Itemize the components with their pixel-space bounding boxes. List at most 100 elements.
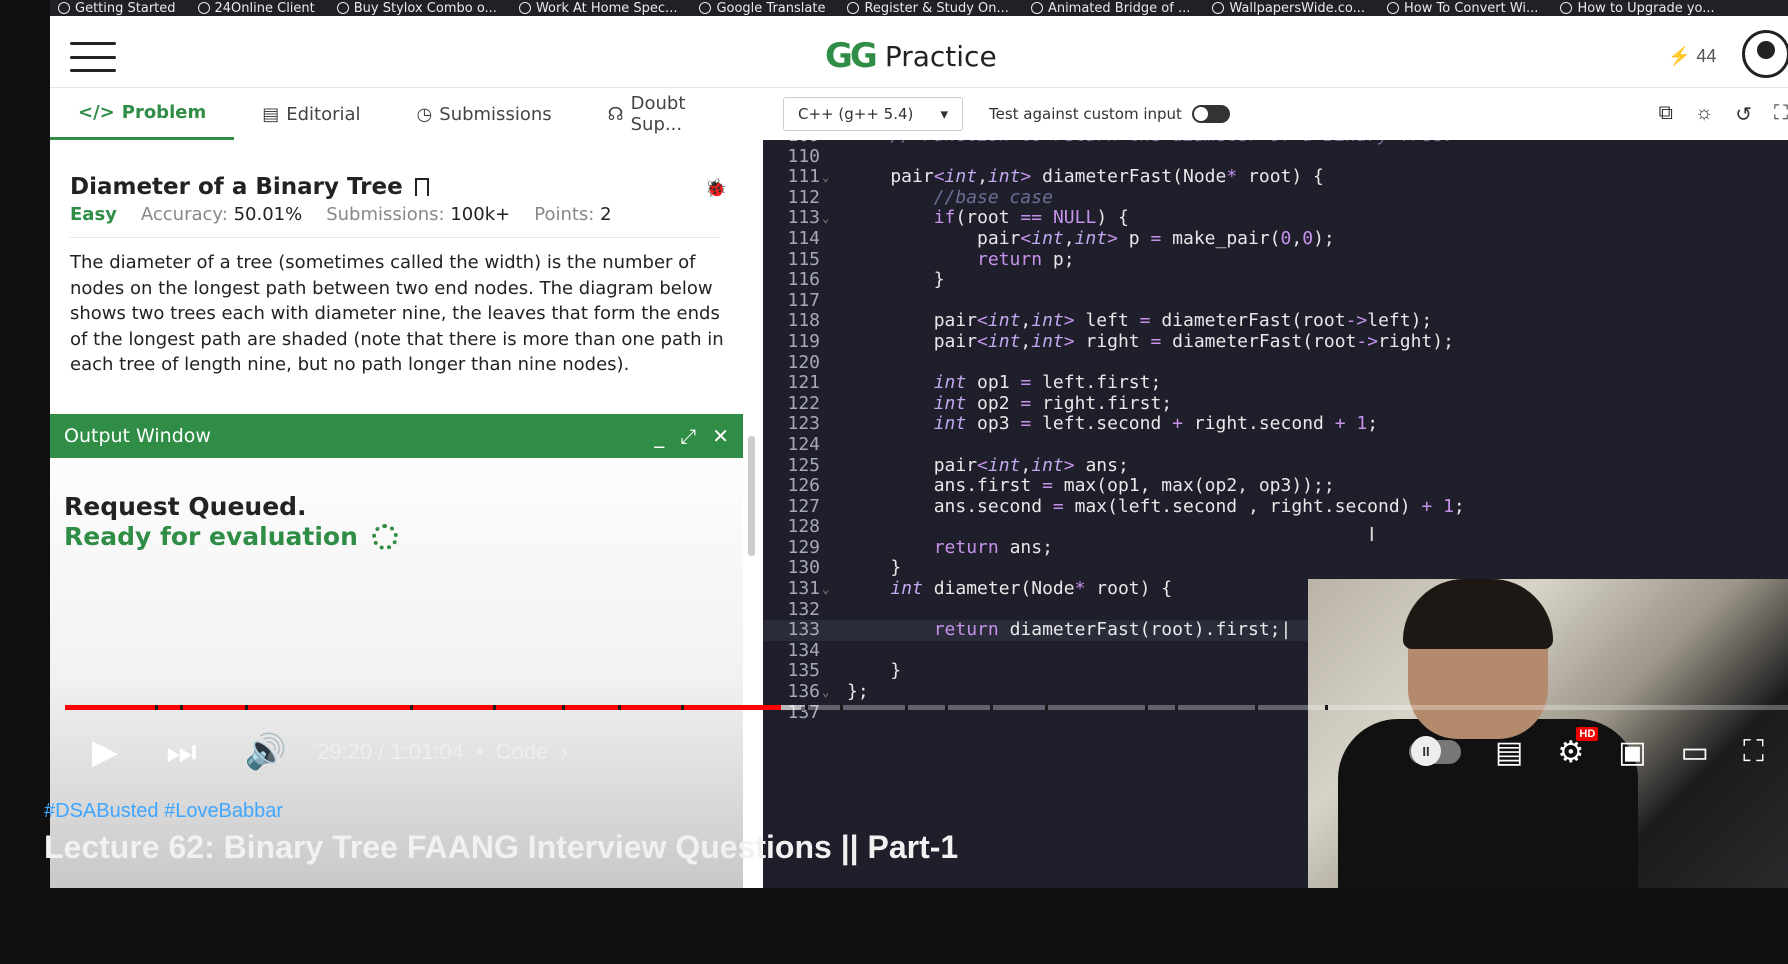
fold-chevron-icon: [820, 250, 834, 271]
minimize-icon[interactable]: _: [654, 424, 664, 448]
autoplay-toggle[interactable]: [1409, 736, 1462, 766]
reset-icon[interactable]: ↺: [1735, 102, 1752, 127]
output-window-header: Output Window _ ⤢ ✕: [50, 414, 743, 458]
code-line[interactable]: 128: [763, 517, 1788, 538]
video-hashtags[interactable]: #DSABusted #LoveBabbar: [44, 800, 283, 823]
bookmark-item[interactable]: WallpapersWide.co...: [1212, 1, 1365, 16]
fold-chevron-icon: [820, 620, 834, 641]
code-line[interactable]: 112 //base case: [763, 187, 1788, 209]
custom-input-toggle[interactable]: Test against custom input: [989, 105, 1230, 123]
code-text: int diameter(Node* root) {: [890, 578, 1173, 600]
avatar[interactable]: [1742, 30, 1788, 78]
chevron-right-icon: ›: [560, 739, 568, 764]
code-line[interactable]: 113 ⌄ if(root == NULL) {: [763, 208, 1788, 229]
code-text: // Function to return the diameter of a …: [834, 140, 1454, 147]
code-line[interactable]: 123 int op3 = left.second + right.second…: [763, 414, 1788, 435]
bookmark-item[interactable]: 24Online Client: [197, 0, 315, 16]
brand[interactable]: GG Practice: [825, 36, 997, 76]
bookmark-item[interactable]: Google Translate: [699, 1, 825, 16]
streak-count: 44: [1696, 46, 1717, 66]
code-line[interactable]: 118 pair<int,int> left = diameterFast(ro…: [763, 311, 1788, 332]
volume-icon[interactable]: 🔊: [245, 732, 287, 772]
lightning-icon: ⚡: [1668, 46, 1691, 66]
problem-title-row: Diameter of a Binary Tree: [70, 174, 429, 200]
code-line[interactable]: 127 ans.second = max(left.second , right…: [763, 496, 1788, 518]
next-icon[interactable]: ⏭: [166, 733, 197, 772]
tab-editorial[interactable]: ▤ Editorial: [234, 88, 388, 140]
fullscreen-icon[interactable]: ⛶: [1774, 102, 1788, 127]
fold-chevron-icon[interactable]: ⌄: [820, 579, 834, 600]
code-line[interactable]: 122 int op2 = right.first;: [763, 393, 1788, 415]
code-line[interactable]: 130 }: [763, 558, 1788, 579]
seek-bar-played: [65, 705, 781, 710]
tab-problem[interactable]: </> Problem: [50, 88, 235, 140]
bookmark-item[interactable]: Work At Home Spec...: [518, 1, 677, 16]
problem-scrollbar[interactable]: [748, 436, 755, 556]
tab-doubt-sup[interactable]: ☊ Doubt Sup...: [580, 88, 763, 140]
line-number: 123: [787, 413, 820, 435]
subtitles-icon[interactable]: ▤: [1495, 735, 1523, 770]
fold-chevron-icon[interactable]: ⌄: [820, 167, 834, 188]
menu-icon[interactable]: [70, 42, 116, 72]
code-line[interactable]: 109 // Function to return the diameter o…: [763, 140, 1788, 147]
line-number: 115: [787, 248, 820, 270]
player-controls-right: ▤ ⚙HD ▣ ▭ ⛶: [1409, 716, 1788, 788]
line-number: 111: [787, 166, 820, 188]
toggle-switch[interactable]: [1191, 105, 1230, 123]
tab-submissions[interactable]: ◷ Submissions: [389, 88, 580, 140]
code-line[interactable]: 121 int op1 = left.first;: [763, 372, 1788, 394]
line-number: 128: [787, 516, 820, 538]
bug-icon[interactable]: 🐞: [705, 178, 727, 199]
bookmark-item[interactable]: Buy Stylox Combo o...: [336, 1, 497, 16]
miniplayer-icon[interactable]: ▣: [1618, 735, 1646, 770]
settings-icon[interactable]: ⚙ HD: [1557, 726, 1599, 770]
code-text: pair<int,int> left = diameterFast(root->…: [847, 310, 1433, 332]
code-line[interactable]: 120: [763, 352, 1788, 374]
bookmark-label: 24Online Client: [214, 0, 315, 16]
code-line[interactable]: 116 }: [763, 270, 1788, 291]
line-number: 130: [787, 557, 820, 579]
fold-chevron-icon: [820, 414, 834, 435]
bookmark-item[interactable]: Getting Started: [58, 1, 176, 16]
code-line[interactable]: 117: [763, 289, 1788, 312]
bookmark-icon[interactable]: [414, 178, 429, 196]
gfg-header: GG Practice ⚡ 44: [50, 16, 1788, 88]
code-line[interactable]: 111 ⌄ pair<int,int> diameterFast(Node* ro…: [763, 166, 1788, 188]
line-number: 132: [787, 598, 820, 620]
bookmark-item[interactable]: Register & Study On...: [847, 1, 1009, 16]
code-line[interactable]: 110: [763, 146, 1788, 168]
fullscreen-player-icon[interactable]: ⛶: [1743, 735, 1764, 769]
play-icon[interactable]: ▶: [92, 732, 118, 772]
bookmark-item[interactable]: How To Convert Wi...: [1387, 1, 1538, 16]
globe-icon: [518, 2, 531, 14]
code-line[interactable]: 125 pair<int,int> ans;: [763, 455, 1788, 477]
seek-bar[interactable]: [65, 705, 1788, 710]
expand-icon[interactable]: ⤢: [680, 424, 696, 448]
line-number: 114: [787, 227, 820, 249]
code-text: if(root == NULL) {: [933, 207, 1129, 229]
theme-icon[interactable]: ☼: [1695, 102, 1713, 127]
video-player[interactable]: GG Practice ⚡ 44 </> Problem ▤ Editorial ◷ Su…: [50, 16, 1788, 888]
fold-chevron-icon[interactable]: ⌄: [820, 208, 834, 229]
line-number: 117: [787, 289, 820, 311]
bookmark-item[interactable]: Animated Bridge of ...: [1030, 1, 1190, 16]
code-line[interactable]: 115 return p;: [763, 248, 1788, 271]
streak[interactable]: ⚡ 44: [1668, 46, 1716, 67]
language-select[interactable]: C++ (g++ 5.4) ▾: [783, 97, 963, 131]
accuracy: Accuracy: 50.01%: [140, 204, 303, 225]
problem-title: Diameter of a Binary Tree: [70, 174, 403, 200]
chapter-marker: [840, 705, 843, 710]
code-line[interactable]: 114 pair<int,int> p = make_pair(0,0);: [763, 227, 1788, 250]
theater-mode-icon[interactable]: ▭: [1681, 735, 1709, 770]
bookmark-item[interactable]: How to Upgrade yo...: [1560, 1, 1715, 16]
code-line[interactable]: 126 ans.first = max(op1, max(op2, op3));…: [763, 475, 1788, 497]
code-line[interactable]: 119 pair<int,int> right = diameterFast(r…: [763, 331, 1788, 353]
chapter-button[interactable]: • Code ›: [476, 739, 568, 765]
close-icon[interactable]: ✕: [712, 424, 729, 448]
fold-chevron-icon[interactable]: ⌄: [820, 682, 834, 703]
code-line[interactable]: 129 return ans;: [763, 537, 1788, 559]
copy-icon[interactable]: ⧉: [1659, 102, 1673, 127]
chapter-label: Code: [495, 739, 549, 764]
code-line[interactable]: 124: [763, 434, 1788, 456]
